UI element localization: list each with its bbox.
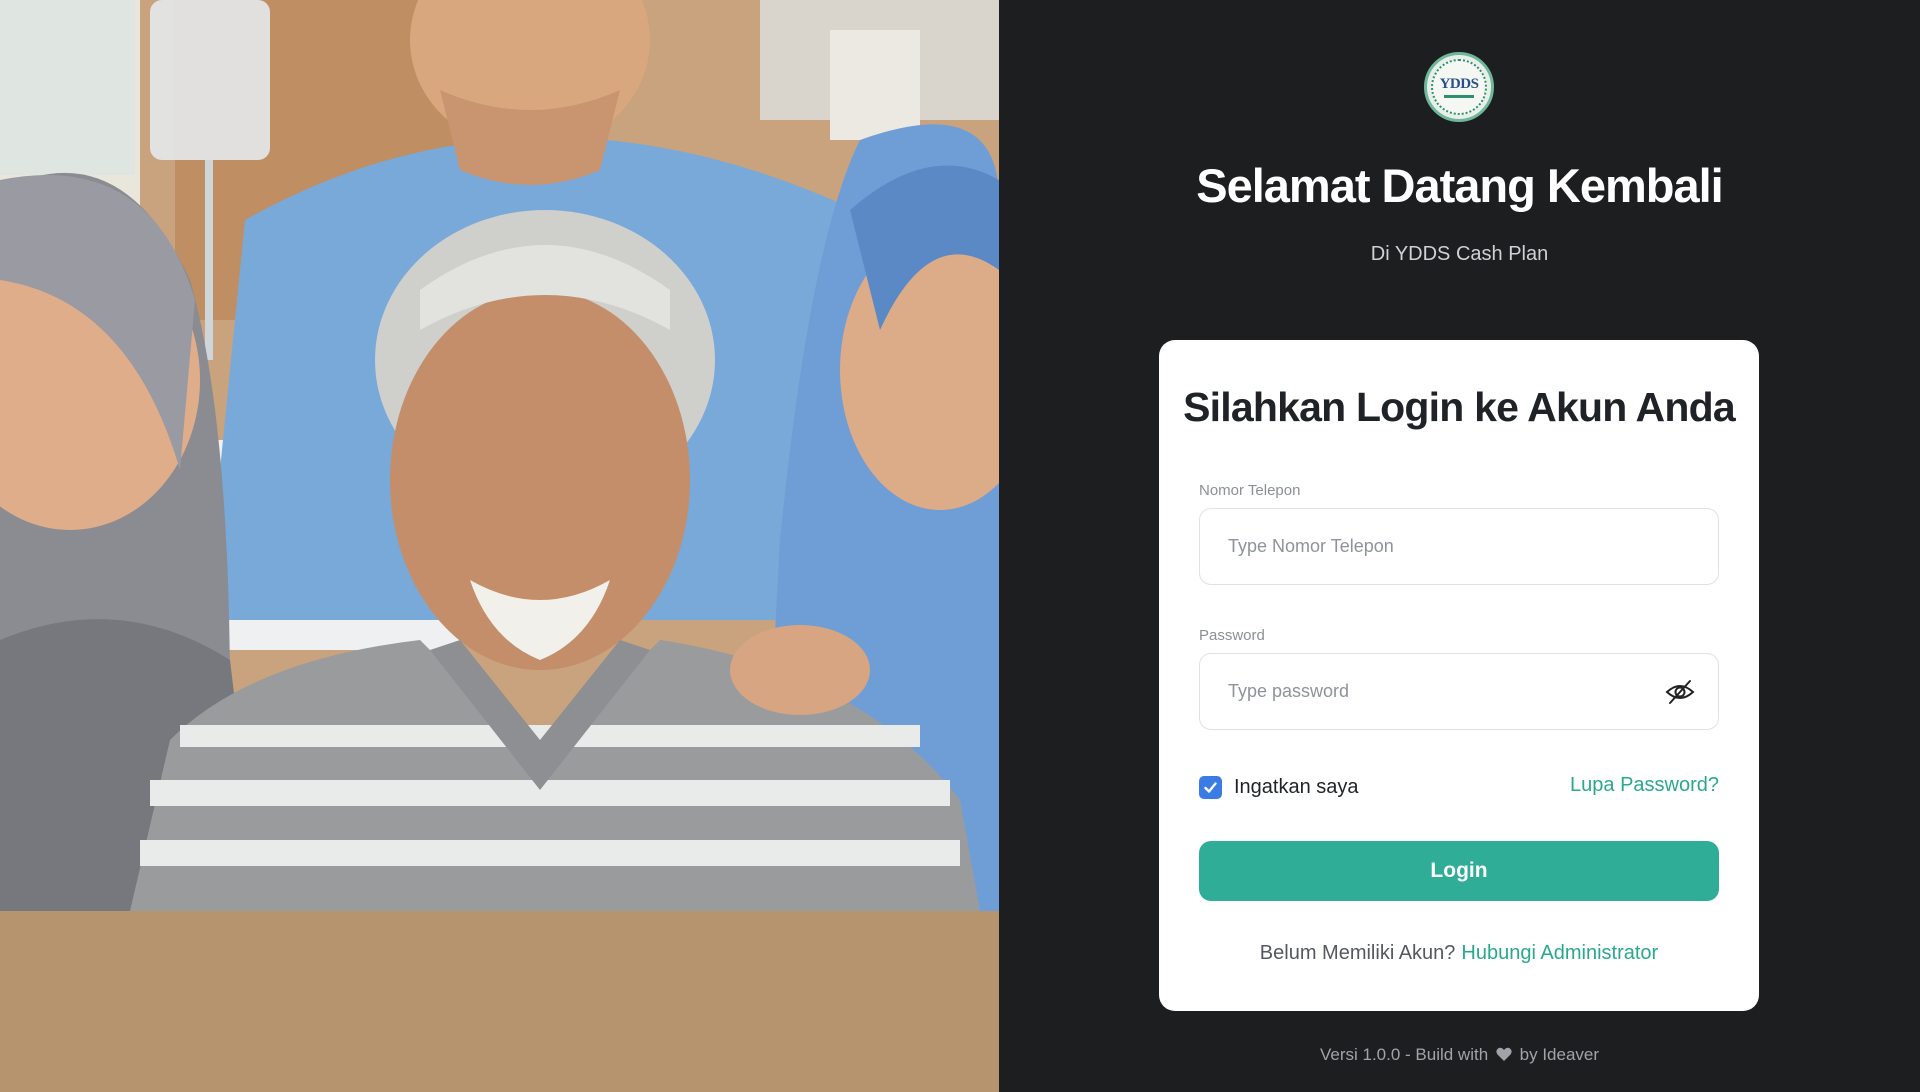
password-input[interactable] — [1228, 654, 1668, 728]
login-card: Silahkan Login ke Akun Anda Nomor Telepo… — [1159, 340, 1759, 1011]
version-footer: Versi 1.0.0 - Build with by Ideaver — [999, 1045, 1920, 1067]
login-card-title: Silahkan Login ke Akun Anda — [1183, 384, 1736, 430]
welcome-subtitle: Di YDDS Cash Plan — [1370, 243, 1549, 265]
login-panel: YDDS Selamat Datang Kembali Di YDDS Cash… — [999, 0, 1920, 1092]
remember-label: Ingatkan saya — [1234, 775, 1359, 798]
password-label: Password — [1199, 627, 1265, 644]
phone-field[interactable] — [1199, 508, 1719, 585]
hero-panel — [0, 0, 999, 1092]
heart-icon — [1496, 1047, 1512, 1067]
remember-me[interactable]: Ingatkan saya — [1199, 774, 1359, 800]
phone-label: Nomor Telepon — [1199, 482, 1301, 499]
hero-floor — [0, 911, 999, 1092]
check-icon — [1204, 781, 1217, 793]
hero-illustration — [0, 0, 999, 911]
signup-row: Belum Memiliki Akun? Hubungi Administrato… — [1159, 942, 1759, 965]
forgot-password-link[interactable]: Lupa Password? — [1570, 774, 1719, 797]
footer-suffix: by Ideaver — [1519, 1045, 1600, 1064]
ydds-logo: YDDS — [1424, 52, 1494, 122]
password-field[interactable] — [1199, 653, 1719, 730]
hero-photo — [0, 0, 999, 911]
logo-text: YDDS — [1439, 76, 1479, 92]
contact-admin-link[interactable]: Hubungi Administrator — [1461, 942, 1658, 964]
phone-input[interactable] — [1228, 509, 1668, 583]
logo-underline — [1444, 95, 1474, 98]
logo-emblem: YDDS — [1431, 59, 1487, 115]
signup-prompt: Belum Memiliki Akun? — [1259, 942, 1456, 964]
welcome-title: Selamat Datang Kembali — [1196, 159, 1724, 212]
remember-checkbox[interactable] — [1199, 775, 1222, 799]
login-button[interactable]: Login — [1199, 841, 1719, 901]
footer-prefix: Versi 1.0.0 - Build with — [1319, 1045, 1489, 1064]
eye-slash-icon[interactable] — [1664, 676, 1696, 708]
